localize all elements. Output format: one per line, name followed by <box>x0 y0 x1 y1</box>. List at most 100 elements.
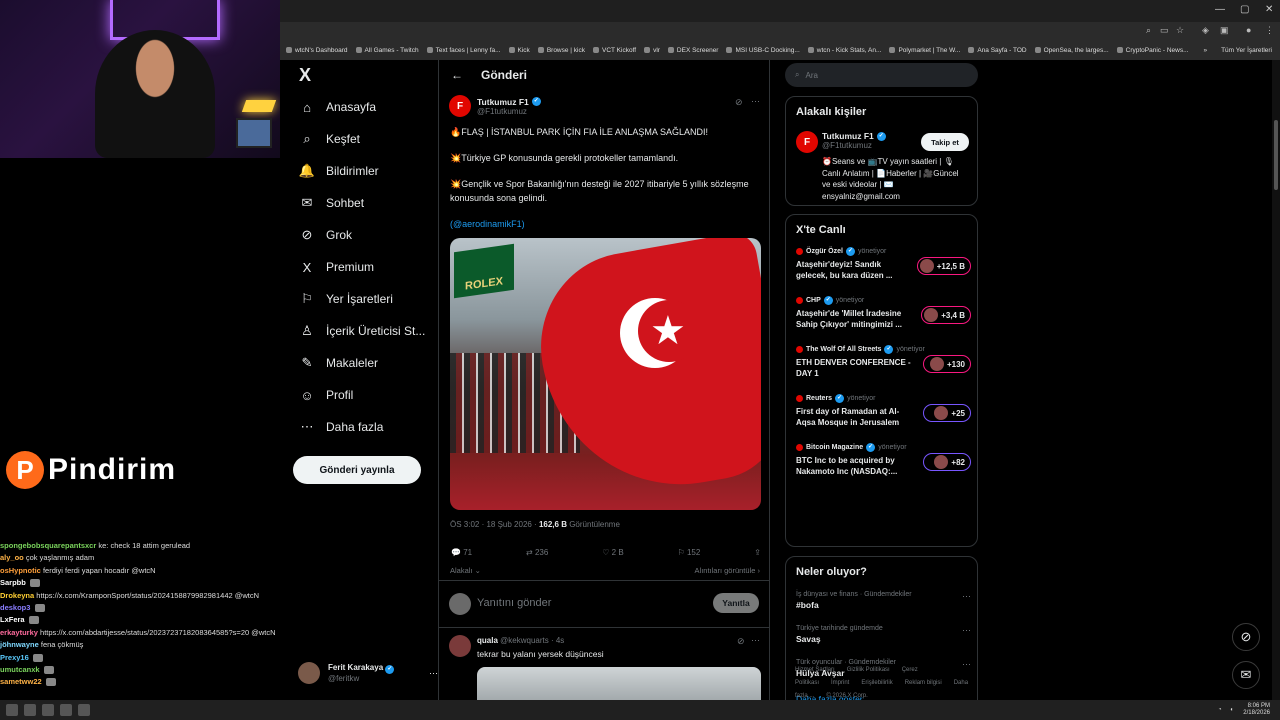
avatar[interactable]: F <box>796 131 818 153</box>
address-bar[interactable]: ⌕ ▭ ☆ ◈ ▣ ● ⋮ <box>280 22 1280 40</box>
listener-count[interactable]: +3,4 B <box>921 306 971 324</box>
footer-link[interactable]: © 2026 X Corp. <box>826 693 867 699</box>
live-item[interactable]: The Wolf Of All Streets ✓ yönetiyor ETH DEN… <box>796 345 971 379</box>
mention-link[interactable]: (@aerodinamikF1) <box>450 218 750 232</box>
bookmark-item[interactable]: OpenSea, the larges... <box>1034 47 1109 54</box>
listener-count[interactable]: +25 <box>923 404 971 422</box>
bookmark-item[interactable]: All Games - Twitch <box>355 47 419 54</box>
messages-icon[interactable]: ✉ <box>1232 661 1260 689</box>
author-name[interactable]: Tutkumuz F1 ✓ <box>477 97 541 107</box>
search-input[interactable]: ⌕ Ara <box>785 63 978 87</box>
puzzle-icon[interactable]: ▣ <box>1220 25 1229 36</box>
wifi-icon[interactable]: ◔ <box>1218 707 1222 713</box>
system-tray[interactable]: ◔ ◖ <box>1218 707 1233 713</box>
more-icon[interactable]: ⋯ <box>962 625 971 636</box>
live-item[interactable]: Özgür Özel ✓ yönetiyor Ataşehir'deyiz! Sand… <box>796 247 971 281</box>
sidebar-item-6[interactable]: ⚐ Yer İşaretleri <box>300 291 393 306</box>
avatar[interactable] <box>449 635 471 657</box>
grok-icon[interactable]: ⊘ <box>737 636 745 647</box>
tab-strip[interactable]: — ▢ ✕ <box>280 0 1280 22</box>
bookmark-item[interactable]: Browse | kick <box>537 47 585 54</box>
reply-image[interactable] <box>477 667 761 700</box>
bookmark-item[interactable]: MSI USB-C Docking... <box>726 47 800 54</box>
back-arrow-icon[interactable]: ← <box>451 68 463 82</box>
sidebar-item-1[interactable]: ⌕ Keşfet <box>300 131 360 146</box>
scrollbar[interactable] <box>1272 60 1280 700</box>
footer-link[interactable]: Hizmet Şartları <box>795 667 835 673</box>
bookmark-item[interactable]: CryptoPanic - News... <box>1116 47 1189 54</box>
reply-author[interactable]: quala @kekwquarts · 4s <box>477 636 564 645</box>
start-icon[interactable] <box>6 704 18 716</box>
trend-item[interactable]: Türkiye tarihinde gündemde Savaş ⋯ <box>796 625 971 644</box>
reply-input[interactable]: Yanıtını gönder <box>477 597 551 609</box>
sidebar-item-8[interactable]: ✎ Makaleler <box>300 355 378 370</box>
more-icon[interactable]: ⋯ <box>751 96 760 107</box>
all-bookmarks-folder[interactable]: Tüm Yer İşaretleri <box>1221 47 1272 54</box>
share-icon[interactable]: ⇪ <box>754 548 761 557</box>
reply-button[interactable]: 💬 71 <box>451 548 472 557</box>
bookmarks-overflow[interactable]: » <box>1203 47 1207 54</box>
star-icon[interactable]: ☆ <box>1176 25 1184 36</box>
browser-icon[interactable] <box>42 704 54 716</box>
bookmark-item[interactable]: DEX Screener <box>667 47 718 54</box>
trend-item[interactable]: İş dünyası ve finans · Gündemdekiler #bof… <box>796 591 971 610</box>
more-icon[interactable]: ⋯ <box>751 635 760 646</box>
account-switcher[interactable]: Ferit Karakaya ✓ @feritkw ⋯ <box>298 658 438 688</box>
profile-icon[interactable]: ● <box>1246 25 1251 35</box>
clock[interactable]: 8:06 PM 2/18/2026 <box>1243 703 1270 717</box>
bookmark-item[interactable]: Kick <box>508 47 530 54</box>
x-logo-icon[interactable]: X <box>299 65 311 86</box>
live-item[interactable]: CHP ✓ yönetiyor Ataşehir'de 'Millet İradesi… <box>796 296 971 330</box>
sidebar-item-0[interactable]: ⌂ Anasayfa <box>300 100 376 115</box>
author-avatar[interactable]: F <box>449 95 471 117</box>
bookmark-button[interactable]: ⚐ 152 <box>678 548 701 557</box>
bookmark-item[interactable]: Text faces | Lenny fa... <box>426 47 501 54</box>
close-icon[interactable]: ✕ <box>1265 4 1273 15</box>
person-info[interactable]: Tutkumuz F1 ✓ @F1tutkumuz <box>822 131 886 150</box>
related-dropdown[interactable]: Alakalı ⌄ <box>450 566 481 575</box>
bookmark-item[interactable]: wtcN's Dashboard <box>286 47 348 54</box>
footer-link[interactable]: Gizlilik Politikası <box>847 667 890 673</box>
post-button[interactable]: Gönderi yayınla <box>293 456 421 484</box>
footer-link[interactable]: Erişilebilirlik <box>861 680 892 686</box>
minimize-icon[interactable]: — <box>1215 4 1225 15</box>
follow-button[interactable]: Takip et <box>921 133 969 151</box>
reply-submit-button[interactable]: Yanıtla <box>713 593 759 613</box>
bookmark-item[interactable]: VCT Kickoff <box>592 47 636 54</box>
grok-icon[interactable]: ⊘ <box>1232 623 1260 651</box>
more-icon[interactable]: ⋯ <box>429 668 438 679</box>
discord-icon[interactable] <box>78 704 90 716</box>
sidebar-item-3[interactable]: ✉ Sohbet <box>300 195 365 210</box>
maximize-icon[interactable]: ▢ <box>1240 4 1249 15</box>
zoom-icon[interactable]: ⌕ <box>1146 25 1151 36</box>
post-image[interactable]: ROLEX ★ <box>450 238 761 510</box>
post-author[interactable]: F Tutkumuz F1 ✓ @F1tutkumuz <box>449 95 541 117</box>
sidebar-item-4[interactable]: ⊘ Grok <box>300 227 352 242</box>
author-handle[interactable]: @F1tutkumuz <box>477 107 541 116</box>
more-icon[interactable]: ⋯ <box>962 591 971 602</box>
bookmark-item[interactable]: Ana Sayfa - TOD <box>968 47 1027 54</box>
bookmark-item[interactable]: vlr <box>644 47 660 54</box>
search-icon[interactable] <box>24 704 36 716</box>
menu-icon[interactable]: ⋮ <box>1265 25 1274 36</box>
bookmark-item[interactable]: Polymarket | The W... <box>889 47 960 54</box>
live-item[interactable]: Bitcoin Magazine ✓ yönetiyor BTC Inc to be … <box>796 443 971 477</box>
extension-icon[interactable]: ◈ <box>1202 25 1209 36</box>
footer-link[interactable]: İmprint <box>831 680 849 686</box>
view-quotes-link[interactable]: Alıntıları görüntüle › <box>695 566 760 575</box>
footer-link[interactable]: Reklam bilgisi <box>905 680 942 686</box>
sidebar-item-2[interactable]: 🔔 Bildirimler <box>299 163 379 178</box>
sidebar-item-5[interactable]: X Premium <box>300 260 374 275</box>
sidebar-item-10[interactable]: ⋯ Daha fazla <box>300 419 384 434</box>
obs-icon[interactable] <box>60 704 72 716</box>
listener-count[interactable]: +12,5 B <box>916 257 971 275</box>
sidebar-item-7[interactable]: ♙ İçerik Üreticisi St... <box>300 323 425 338</box>
repost-button[interactable]: ⇄ 236 <box>526 548 548 557</box>
live-item[interactable]: Reuters ✓ yönetiyor First day of Ramadan at… <box>796 394 971 428</box>
grok-icon[interactable]: ⊘ <box>735 97 743 108</box>
volume-icon[interactable]: ◖ <box>1230 707 1234 713</box>
like-button[interactable]: ♡ 2 B <box>602 548 623 557</box>
bookmark-item[interactable]: wtcn - Kick Stats, An... <box>807 47 881 54</box>
cast-icon[interactable]: ▭ <box>1160 25 1169 36</box>
listener-count[interactable]: +82 <box>923 453 971 471</box>
